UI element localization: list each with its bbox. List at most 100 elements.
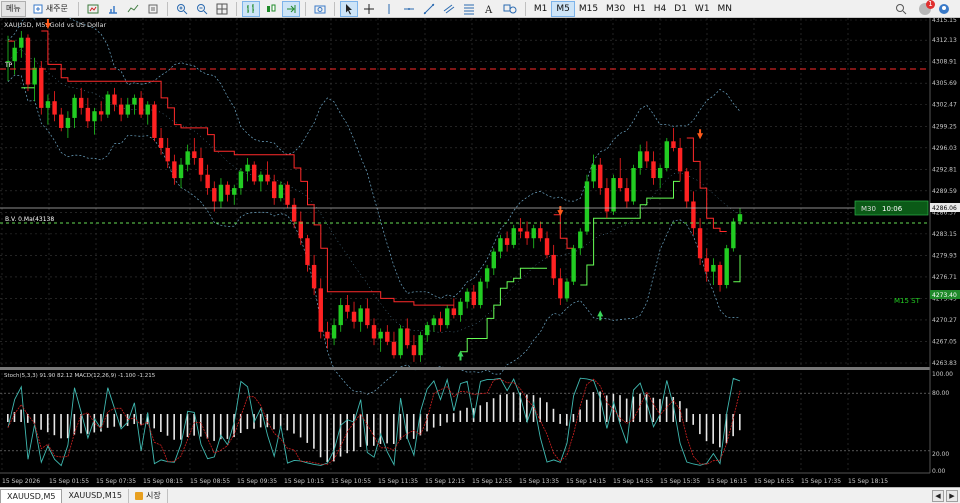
tab-market[interactable]: 시장 (129, 488, 168, 503)
subwindow-separator[interactable] (0, 367, 930, 370)
macd-bar (552, 408, 555, 422)
macd-bar (20, 409, 22, 422)
timeframe-m1-button[interactable]: M1 (530, 1, 552, 17)
candle-body (704, 258, 709, 272)
cursor-tool-button[interactable] (339, 0, 358, 17)
osc-level-20: 20.00 (932, 451, 949, 458)
tab-xauusd-m5[interactable]: XAUUSD,M5 (0, 488, 63, 503)
tile-windows-button[interactable] (213, 1, 231, 17)
tile-icon (216, 3, 228, 14)
candle-body (118, 104, 124, 115)
candle-body (385, 331, 390, 342)
timeframe-d1-button[interactable]: D1 (670, 1, 691, 17)
autoscroll-button[interactable] (281, 0, 300, 17)
chart-area[interactable]: XAUUSD, M5: Gold vs US Dollar TP B.V. 0.… (0, 18, 960, 487)
timeframe-w1-button[interactable]: W1 (691, 1, 714, 17)
indicators-button[interactable] (124, 1, 142, 17)
macd-bar (319, 414, 322, 458)
macd-bar (386, 414, 388, 444)
notification-badge: 1 (926, 0, 935, 9)
macd-bar (266, 414, 269, 428)
candle-body (265, 174, 270, 182)
zoom-in-button[interactable] (173, 1, 191, 17)
macd-bar (166, 414, 169, 436)
candle-body (92, 111, 97, 122)
price-tick-label: 4263.83 (932, 360, 957, 367)
candle-body (39, 67, 44, 108)
candle-body (484, 268, 490, 282)
candle-body (611, 178, 616, 212)
bar-chart-button[interactable] (241, 0, 260, 17)
macd-bar (286, 414, 289, 431)
macd-bar (592, 392, 595, 422)
fibonacci-button[interactable] (460, 1, 478, 17)
timeframe-m30-button[interactable]: M30 (602, 1, 629, 17)
profile-icon (939, 3, 949, 14)
candle-body (431, 318, 437, 326)
candle-body (391, 341, 397, 356)
macd-bar (486, 402, 488, 422)
price-tick-label: 4308.91 (932, 59, 957, 66)
text-tool-button[interactable]: A (480, 1, 498, 17)
candle-body (145, 104, 150, 115)
tab-xauusd-m15[interactable]: XAUUSD,M15 (62, 488, 129, 503)
cursor-icon (345, 3, 352, 14)
signals-button[interactable] (104, 1, 122, 17)
tab-prev-icon[interactable]: ◀ (932, 489, 944, 502)
search-button[interactable] (892, 1, 910, 17)
candle-chart-button[interactable] (262, 1, 280, 17)
macd-bar (213, 414, 215, 441)
candle-body (697, 228, 703, 259)
macd-bar (373, 414, 375, 446)
channel-button[interactable] (440, 1, 458, 17)
candle-body (491, 251, 496, 269)
crosshair-button[interactable] (360, 1, 378, 17)
candle-body (278, 184, 284, 199)
macd-bar (60, 414, 62, 439)
macd-bar (559, 414, 561, 424)
camera-icon (314, 5, 326, 13)
shapes-button[interactable] (500, 1, 520, 17)
price-tick-label: 4267.05 (932, 338, 957, 345)
timeframe-h1-button[interactable]: H1 (629, 1, 650, 17)
candle-body (232, 188, 237, 195)
price-tick-label: 4289.59 (932, 188, 957, 195)
screenshot-button[interactable] (311, 1, 329, 17)
timeframe-mn-button[interactable]: MN (714, 1, 737, 17)
time-tick-label: 15 Sep 14:15 (566, 478, 606, 485)
macd-bar (685, 408, 688, 422)
candle-body (325, 331, 330, 339)
time-axis[interactable]: 15 Sep 2026 15 Sep 01:55 15 Sep 07:35 15 Se… (2, 478, 888, 485)
macd-bar (113, 414, 116, 427)
bar-chart-icon (246, 3, 254, 13)
macd-bar (333, 414, 335, 462)
price-tick-label: 4283.15 (932, 231, 957, 238)
horizontal-line-button[interactable] (400, 1, 418, 17)
timeframe-m15-button[interactable]: M15 (575, 1, 602, 17)
candle-body (531, 228, 536, 239)
macd-bar (226, 414, 229, 439)
candle-body (271, 181, 277, 199)
notification-icon[interactable]: 1 (919, 0, 935, 15)
trade-history-button[interactable] (84, 1, 102, 17)
tab-next-icon[interactable]: ▶ (946, 489, 958, 502)
profile-button[interactable] (935, 1, 953, 17)
timeframe-h4-button[interactable]: H4 (650, 1, 671, 17)
templates-button[interactable] (144, 1, 162, 17)
macd-bar (546, 402, 548, 422)
zoom-out-button[interactable] (193, 1, 211, 17)
macd-bar (412, 414, 415, 439)
vertical-line-button[interactable] (380, 1, 398, 17)
candle-body (158, 137, 164, 148)
new-order-button[interactable]: 새주문 (28, 1, 73, 17)
macd-bar (359, 414, 362, 447)
menu-button[interactable]: 메뉴 (1, 0, 26, 17)
chart-title: XAUUSD, M5: Gold vs US Dollar (4, 21, 107, 29)
trendline-button[interactable] (420, 1, 438, 17)
candle-body (218, 184, 224, 202)
macd-bar (652, 397, 655, 422)
tab-label: XAUUSD,M15 (68, 491, 122, 500)
candle-body (298, 221, 303, 239)
timeframe-m5-button[interactable]: M5 (551, 0, 575, 17)
candle-body (558, 278, 563, 299)
